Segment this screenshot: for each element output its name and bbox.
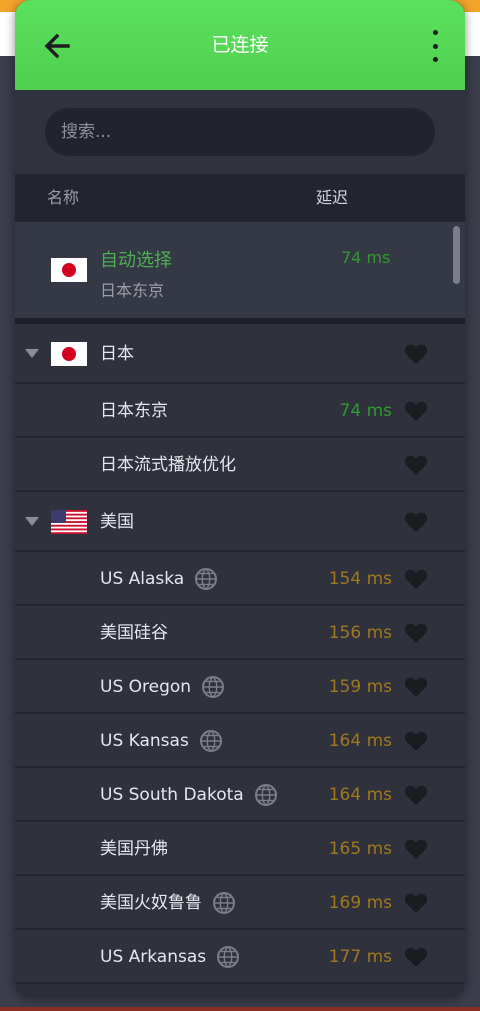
server-latency: 156 ms <box>328 623 392 643</box>
heart-icon[interactable] <box>404 343 428 365</box>
heart-icon[interactable] <box>404 622 428 644</box>
server-name-text: 美国硅谷 <box>100 623 168 643</box>
server-name: 日本东京 <box>100 401 168 421</box>
server-name: 日本流式播放优化 <box>100 455 236 475</box>
column-latency-label: 延迟 <box>316 188 349 207</box>
server-name: US Oregon <box>100 660 225 714</box>
server-row[interactable]: 美国火奴鲁鲁 169 ms <box>15 876 465 930</box>
globe-icon <box>199 730 222 752</box>
scrollbar[interactable] <box>453 226 460 284</box>
server-latency: 177 ms <box>328 947 392 967</box>
search-area: 搜索... <box>15 90 465 174</box>
group-name: 美国 <box>100 512 134 532</box>
server-list-panel: 已连接 搜索... 名称 延迟 自动选择 日本东京 74 ms 日本 日本东京 … <box>15 0 465 996</box>
globe-icon <box>213 892 235 914</box>
auto-select-row[interactable]: 自动选择 日本东京 74 ms <box>15 222 465 318</box>
server-row[interactable]: US Kansas 164 ms <box>15 714 465 768</box>
server-latency: 159 ms <box>328 677 392 697</box>
heart-icon[interactable] <box>404 892 428 914</box>
server-row[interactable]: 美国硅谷 156 ms <box>15 606 465 660</box>
more-vert-icon <box>432 30 438 35</box>
server-row[interactable]: 日本流式播放优化 <box>15 438 465 492</box>
server-name: US South Dakota <box>100 768 278 822</box>
globe-icon <box>202 676 225 698</box>
globe-icon <box>217 946 240 968</box>
server-row[interactable]: 日本东京 74 ms <box>15 384 465 438</box>
heart-icon[interactable] <box>404 454 428 476</box>
auto-select-location: 日本东京 <box>100 281 165 300</box>
heart-icon[interactable] <box>404 400 428 422</box>
japan-flag-icon <box>51 342 87 366</box>
heart-icon[interactable] <box>404 784 428 806</box>
heart-icon[interactable] <box>404 568 428 590</box>
server-row[interactable]: US Alaska 154 ms <box>15 552 465 606</box>
column-header: 名称 延迟 <box>15 174 465 222</box>
server-list[interactable]: 自动选择 日本东京 74 ms 日本 日本东京 74 ms 日本流式播放优化 美… <box>15 222 465 996</box>
server-name-text: US South Dakota <box>100 785 244 805</box>
server-row[interactable]: US Oregon 159 ms <box>15 660 465 714</box>
server-latency: 164 ms <box>328 731 392 751</box>
server-row[interactable]: US Arkansas 177 ms <box>15 930 465 984</box>
server-row[interactable]: 美国丹佛 165 ms <box>15 822 465 876</box>
server-latency: 165 ms <box>328 839 392 859</box>
server-name-text: US Kansas <box>100 731 189 751</box>
expand-arrow-icon[interactable] <box>25 349 39 358</box>
server-latency: 154 ms <box>328 569 392 589</box>
globe-icon <box>195 568 218 590</box>
server-name: US Arkansas <box>100 930 240 984</box>
bottom-accent-strip <box>0 1007 480 1011</box>
server-latency: 74 ms <box>339 401 392 421</box>
column-name-label: 名称 <box>47 188 80 207</box>
connection-status-title: 已连接 <box>211 34 269 56</box>
server-name: 美国火奴鲁鲁 <box>100 876 236 930</box>
server-name-text: US Alaska <box>100 569 185 589</box>
server-name-text: 美国火奴鲁鲁 <box>100 893 202 913</box>
auto-select-latency: 74 ms <box>341 248 391 267</box>
server-name: US Alaska <box>100 552 218 606</box>
heart-icon[interactable] <box>404 946 428 968</box>
heart-icon[interactable] <box>404 730 428 752</box>
more-menu-button[interactable] <box>429 28 441 64</box>
server-name: US Kansas <box>100 714 223 768</box>
server-latency: 169 ms <box>328 893 392 913</box>
server-latency: 164 ms <box>328 785 392 805</box>
heart-icon[interactable] <box>404 511 428 533</box>
japan-flag-icon <box>51 258 87 282</box>
globe-icon <box>254 784 277 806</box>
us-flag-icon <box>51 510 87 534</box>
search-input[interactable]: 搜索... <box>45 108 435 156</box>
server-name-text: US Arkansas <box>100 947 207 967</box>
server-row[interactable]: US South Dakota 164 ms <box>15 768 465 822</box>
heart-icon[interactable] <box>404 838 428 860</box>
group-row-japan[interactable]: 日本 <box>15 324 465 384</box>
server-name: 美国硅谷 <box>100 606 168 660</box>
server-name-text: US Oregon <box>100 677 192 697</box>
auto-select-label: 自动选择 <box>100 250 172 271</box>
server-name: 美国丹佛 <box>100 822 168 876</box>
heart-icon[interactable] <box>404 676 428 698</box>
group-row-usa[interactable]: 美国 <box>15 492 465 552</box>
server-name-text: 美国丹佛 <box>100 839 168 859</box>
group-name: 日本 <box>100 344 134 364</box>
expand-arrow-icon[interactable] <box>25 517 39 526</box>
header-bar: 已连接 <box>15 0 465 90</box>
